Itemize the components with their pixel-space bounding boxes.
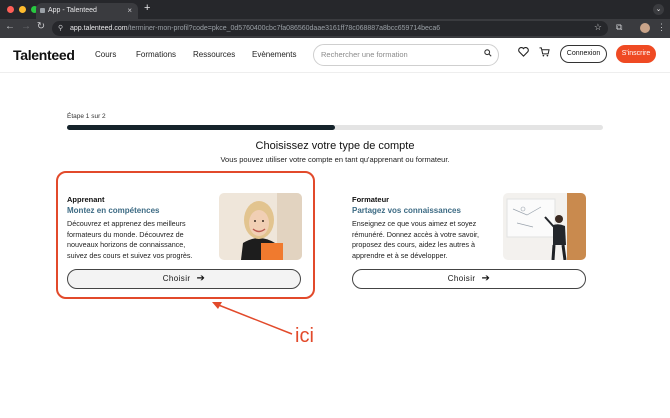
site-info-icon[interactable]: ⚲	[58, 24, 63, 32]
nav-ressources[interactable]: Ressources	[193, 50, 235, 59]
page-subtitle: Vous pouvez utiliser votre compte en tan…	[220, 155, 450, 164]
favicon-icon	[40, 8, 45, 13]
tab-close-icon[interactable]: ×	[127, 3, 132, 19]
choose-formateur-button[interactable]: Choisir ➔	[352, 269, 586, 289]
card-title: Formateur	[352, 195, 390, 204]
annotation-highlight-box	[56, 171, 315, 299]
new-tab-button[interactable]: +	[144, 2, 150, 14]
reload-icon[interactable]: ↻	[35, 21, 47, 32]
talenteed-logo[interactable]: Talenteed	[13, 47, 75, 63]
tab-title: App - Talenteed	[48, 7, 97, 14]
card-subtitle: Partagez vos connaissances	[352, 206, 461, 215]
close-window-icon[interactable]	[7, 6, 14, 13]
browser-menu-icon[interactable]: ⋮	[657, 22, 666, 33]
window-controls[interactable]	[7, 6, 38, 13]
back-icon[interactable]: ←	[4, 21, 16, 32]
step-progress-bar	[67, 125, 603, 130]
search-placeholder: Rechercher une formation	[321, 50, 408, 59]
login-button[interactable]: Connexion	[560, 45, 607, 63]
nav-cours[interactable]: Cours	[95, 50, 116, 59]
trainer-photo	[503, 193, 586, 260]
bookmark-star-icon[interactable]: ☆	[594, 22, 602, 33]
profile-avatar[interactable]	[640, 23, 650, 33]
heart-icon[interactable]	[518, 47, 529, 60]
browser-tab-bar: App - Talenteed × + ⌄	[0, 0, 670, 19]
tab-search-chevron-icon[interactable]: ⌄	[653, 4, 664, 15]
browser-tab[interactable]: App - Talenteed ×	[36, 3, 138, 19]
annotation-text: ici	[295, 325, 314, 347]
url-host: app.talenteed.com	[70, 25, 128, 32]
site-header: Talenteed Cours Formations Ressources Ev…	[0, 38, 670, 73]
arrow-right-icon: ➔	[481, 273, 491, 284]
signup-button[interactable]: S'inscrire	[616, 45, 656, 63]
step-label: Étape 1 sur 2	[67, 113, 106, 120]
cart-icon[interactable]	[539, 47, 550, 60]
page-title: Choisissez votre type de compte	[255, 140, 415, 152]
nav-evenements[interactable]: Evènements	[252, 50, 296, 59]
url-text[interactable]: app.talenteed.com/terminer-mon-profil?co…	[70, 21, 440, 36]
nav-formations[interactable]: Formations	[136, 50, 176, 59]
minimize-window-icon[interactable]	[19, 6, 26, 13]
card-formateur: Formateur Partagez vos connaissances Ens…	[352, 185, 594, 297]
step-progress-fill	[67, 125, 335, 130]
search-input[interactable]: Rechercher une formation	[313, 44, 499, 66]
extensions-icon[interactable]: ⧉	[616, 22, 622, 33]
card-description: Enseignez ce que vous aimez et soyez rém…	[352, 219, 480, 260]
forward-icon[interactable]: →	[20, 21, 32, 32]
choose-button-label: Choisir	[447, 274, 476, 283]
search-icon[interactable]	[484, 49, 492, 59]
browser-toolbar: ← → ↻ ⚲ app.talenteed.com/terminer-mon-p…	[0, 19, 670, 38]
address-bar[interactable]: ⚲ app.talenteed.com/terminer-mon-profil?…	[52, 21, 608, 36]
url-path: /terminer-mon-profil?code=pkce_0d5760400…	[127, 25, 441, 32]
